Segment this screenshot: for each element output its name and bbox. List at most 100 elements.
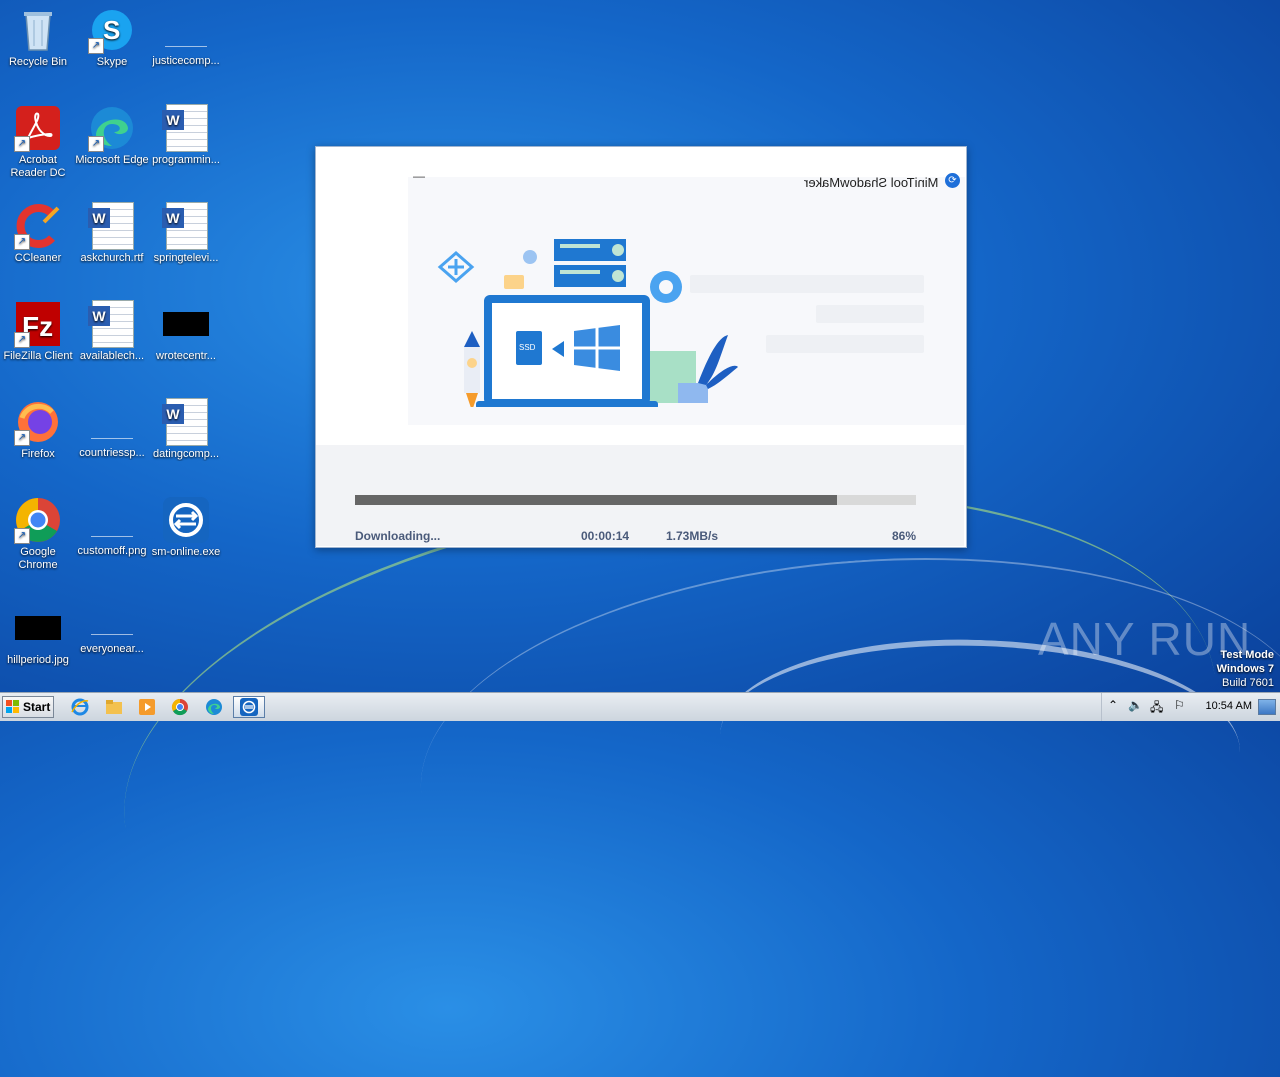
ccleaner-icon: ↗ (14, 202, 62, 250)
network-icon[interactable]: 🖧 (1150, 698, 1163, 719)
edge-icon: ↗ (88, 104, 136, 152)
desktop-icon-ccleaner[interactable]: ↗ CCleaner (0, 202, 76, 265)
test-mode-overlay: Test Mode Windows 7 Build 7601 (1217, 648, 1274, 690)
desktop-icon-programmin[interactable]: W programmin... (148, 104, 224, 167)
start-label: Start (23, 700, 51, 714)
clock[interactable]: 10:54 AM (1206, 700, 1252, 712)
minimize-button[interactable]: — (412, 170, 426, 185)
word-document-icon: W (162, 104, 210, 152)
desktop-icon-justicecomp[interactable]: justicecomp... (148, 6, 224, 68)
windows-logo-icon (6, 700, 20, 714)
window-title: MiniTool ShadowMaker (803, 175, 938, 190)
illustration-area: SSD (408, 177, 965, 425)
desktop-icon-acrobat[interactable]: ↗ Acrobat Reader DC (0, 104, 76, 184)
desktop-icon-skype[interactable]: S ↗ Skype (74, 6, 150, 69)
taskbar-edge[interactable] (200, 696, 228, 718)
desktop-icon-sm-online[interactable]: sm-online.exe (148, 496, 224, 559)
word-document-icon: W (88, 300, 136, 348)
taskbar-chrome[interactable] (166, 696, 194, 718)
desktop-icon-label: Google Chrome (18, 546, 58, 571)
image-thumbnail (15, 616, 61, 640)
desktop-icon-label: Microsoft Edge (75, 154, 149, 166)
shadowmaker-installer-icon (162, 496, 210, 544)
word-document-icon: W (88, 202, 136, 250)
file-thumbnail (91, 612, 133, 635)
status-text: Downloading... (355, 529, 441, 543)
file-thumbnail (91, 416, 133, 439)
desktop-icon-label: hillperiod.jpg (7, 654, 69, 666)
svg-text:S: S (103, 15, 120, 45)
desktop-icon-label: Firefox (21, 448, 55, 460)
test-mode-line: Test Mode (1220, 649, 1274, 661)
desktop-icon-datingcomp[interactable]: W datingcomp... (148, 398, 224, 461)
desktop-icon-label: wrotecentr... (156, 350, 216, 362)
desktop-icon-recycle-bin[interactable]: Recycle Bin (0, 6, 76, 69)
action-center-flag-icon[interactable]: ⚐ (1174, 698, 1185, 712)
desktop-icon-askchurch[interactable]: W askchurch.rtf (74, 202, 150, 265)
desktop-icon-customoff[interactable]: customoff.png (74, 496, 150, 558)
progress-fill (355, 495, 838, 505)
desktop-icon-availablech[interactable]: W availablech... (74, 300, 150, 363)
desktop-icon-edge[interactable]: ↗ Microsoft Edge (74, 104, 150, 167)
desktop-icon-label: askchurch.rtf (80, 252, 144, 264)
progress-percent: 86% (892, 529, 917, 543)
desktop-icon-label: justicecomp... (152, 55, 220, 67)
desktop-icon-label: customoff.png (77, 545, 147, 557)
taskbar-explorer[interactable] (100, 696, 128, 718)
show-hidden-icons-icon[interactable]: ⌃ (1108, 698, 1118, 712)
desktop-icon-label: programmin... (152, 154, 220, 166)
taskbar-internet-explorer[interactable] (66, 696, 94, 718)
desktop-icon-filezilla[interactable]: Fz ↗ FileZilla Client (0, 300, 76, 363)
placeholder-text-line (690, 275, 924, 293)
desktop-icon-label: Recycle Bin (8, 56, 68, 68)
build-line: Build 7601 (1222, 677, 1274, 689)
taskbar: Start ⌃ 🔈 🖧 ⚐ 10:54 AM (0, 692, 1280, 721)
desktop-icon-chrome[interactable]: ↗ Google Chrome (0, 496, 76, 576)
elapsed-time: 00:00:14 (581, 529, 630, 543)
download-speed: 1.73MB/s (666, 529, 719, 543)
placeholder-text-line (816, 305, 924, 323)
chrome-icon (171, 698, 188, 716)
desktop-icon-label: countriessp... (79, 447, 145, 459)
shadowmaker-installer-icon (240, 698, 258, 716)
volume-icon[interactable]: 🔈 (1128, 698, 1143, 712)
taskbar-shadowmaker-installer[interactable] (233, 696, 265, 718)
minitool-logo-icon: ⟳ (945, 173, 960, 188)
word-document-icon: W (162, 202, 210, 250)
firefox-icon: ↗ (14, 398, 62, 446)
desktop-icon-label: availablech... (79, 350, 145, 362)
placeholder-text-line (766, 335, 924, 353)
chrome-icon: ↗ (14, 496, 62, 544)
internet-explorer-icon (71, 698, 89, 716)
windows-version-line: Windows 7 (1216, 663, 1274, 675)
desktop-icon-hillperiod[interactable]: hillperiod.jpg (0, 602, 76, 667)
desktop-icon-label: FileZilla Client (3, 350, 73, 362)
desktop-icon-label: sm-online.exe (151, 546, 221, 558)
backup-illustration: SSD (437, 239, 738, 407)
desktop-icon-label: Skype (96, 56, 128, 68)
folder-icon (106, 700, 122, 714)
desktop-icon-everyonear[interactable]: everyonear... (74, 594, 150, 656)
desktop-icon-label: everyonear... (80, 643, 144, 655)
desktop-icon-label: datingcomp... (152, 448, 220, 460)
show-desktop-button[interactable] (1258, 699, 1276, 715)
file-thumbnail (165, 24, 207, 47)
desktop-icon-label: Acrobat Reader DC (10, 154, 66, 179)
word-document-icon: W (162, 398, 210, 446)
acrobat-icon: ↗ (14, 104, 62, 152)
media-player-icon (139, 699, 155, 715)
taskbar-media-player[interactable] (133, 696, 161, 718)
filezilla-icon: Fz ↗ (14, 300, 62, 348)
edge-icon (206, 699, 222, 715)
ssd-label: SSD (519, 343, 536, 352)
desktop-icon-countriessp[interactable]: countriessp... (74, 398, 150, 460)
start-button[interactable]: Start (2, 696, 54, 718)
system-tray: ⌃ 🔈 🖧 ⚐ 10:54 AM (1101, 693, 1280, 721)
desktop-icon-wrotecentr[interactable]: wrotecentr... (148, 300, 224, 363)
download-progress-bar (355, 495, 916, 505)
desktop-icon-firefox[interactable]: ↗ Firefox (0, 398, 76, 461)
desktop-icon-springtelevi[interactable]: W springtelevi... (148, 202, 224, 265)
image-thumbnail (163, 312, 209, 336)
shadowmaker-installer-window: SSD — ⟳ MiniTool ShadowMaker Downloading… (315, 146, 967, 548)
recycle-bin-icon (14, 6, 62, 54)
